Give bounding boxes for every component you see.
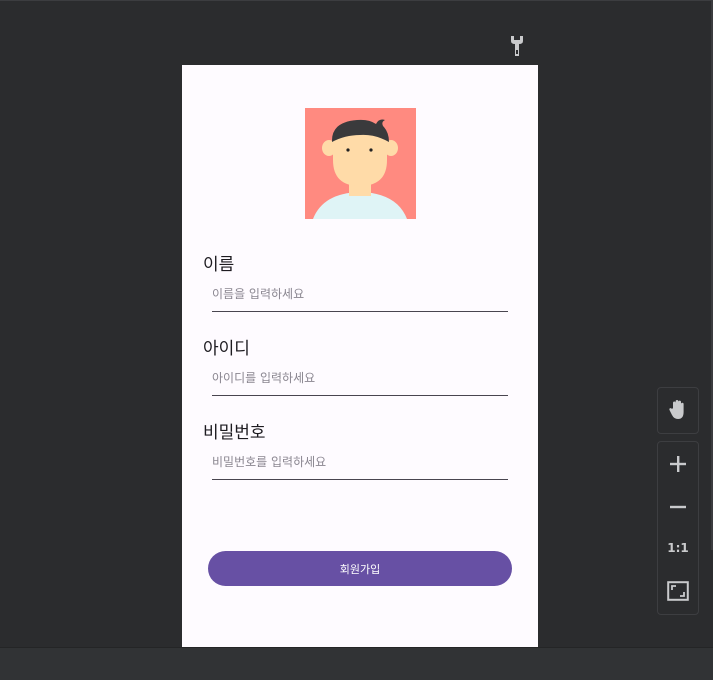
signup-button[interactable]: 회원가입 (208, 551, 512, 586)
actual-size-button[interactable]: 1:1 (658, 528, 698, 568)
fit-screen-button[interactable] (658, 571, 698, 611)
name-input[interactable] (212, 281, 508, 312)
password-label: 비밀번호 (203, 423, 266, 443)
id-label: 아이디 (203, 339, 250, 359)
pan-tool-group (657, 387, 699, 434)
name-label: 이름 (203, 255, 235, 275)
actual-size-label: 1:1 (667, 541, 689, 555)
pan-button[interactable] (658, 390, 698, 430)
zoom-out-button[interactable] (658, 487, 698, 527)
minus-icon (670, 505, 686, 509)
avatar (305, 108, 416, 219)
device-screen: 이름 아이디 비밀번호 회원가입 (182, 65, 538, 647)
plus-icon (670, 456, 686, 472)
id-input[interactable] (212, 365, 508, 396)
hand-icon (669, 400, 684, 419)
zoom-tool-group: 1:1 (657, 441, 699, 615)
fit-screen-icon (667, 581, 689, 601)
zoom-in-button[interactable] (658, 444, 698, 484)
wrench-icon[interactable] (508, 35, 526, 57)
window-top-edge (0, 0, 713, 1)
status-bar (0, 647, 713, 680)
password-input[interactable] (212, 449, 508, 480)
